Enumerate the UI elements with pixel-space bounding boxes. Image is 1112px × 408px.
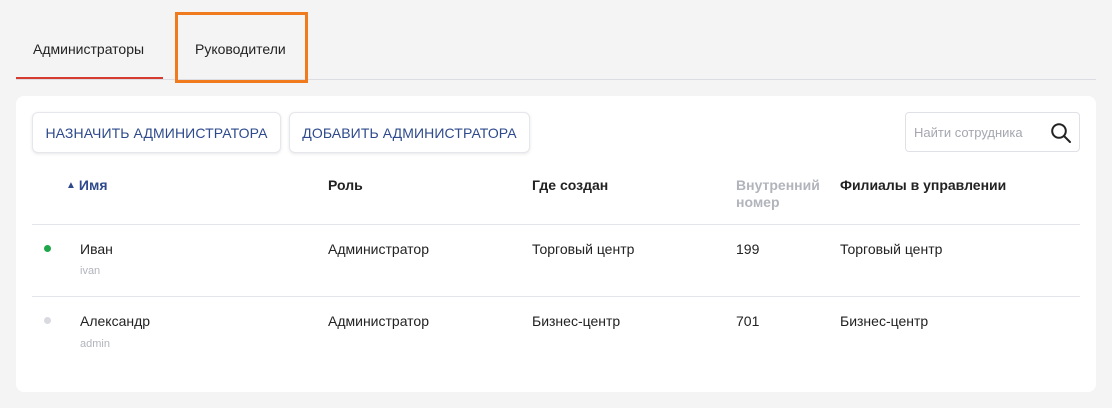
row-divider xyxy=(32,296,1080,297)
user-extension: 199 xyxy=(736,241,760,257)
tab-administrators[interactable]: Администраторы xyxy=(33,41,144,57)
user-created: Торговый центр xyxy=(532,241,635,257)
column-header-extension-line1: Внутренний xyxy=(736,177,820,193)
search-icon[interactable] xyxy=(1050,122,1072,144)
user-name: Александр xyxy=(80,313,151,329)
administrators-panel: НАЗНАЧИТЬ АДМИНИСТРАТОРА ДОБАВИТЬ АДМИНИ… xyxy=(16,96,1096,392)
add-administrator-button[interactable]: ДОБАВИТЬ АДМИНИСТРАТОРА xyxy=(289,112,530,153)
tab-bar: Администраторы Руководители xyxy=(16,0,1096,80)
column-header-extension: Внутренний номер xyxy=(736,177,836,211)
user-branches: Бизнес-центр xyxy=(840,313,929,329)
column-header-name[interactable]: ▲ Имя xyxy=(66,177,108,194)
user-created: Бизнес-центр xyxy=(532,313,621,329)
user-branches: Торговый центр xyxy=(840,241,943,257)
online-status-dot xyxy=(44,245,51,252)
column-header-created[interactable]: Где создан xyxy=(532,177,608,194)
user-name: Иван xyxy=(80,241,113,257)
user-extension: 701 xyxy=(736,313,760,329)
user-login: ivan xyxy=(80,265,101,277)
offline-status-dot xyxy=(44,317,51,324)
column-header-name-label: Имя xyxy=(78,177,108,193)
column-header-role[interactable]: Роль xyxy=(328,177,363,194)
active-tab-indicator xyxy=(16,77,163,79)
user-login: admin xyxy=(80,338,110,350)
column-header-branches[interactable]: Филиалы в управлении xyxy=(840,177,1006,194)
tab-managers[interactable]: Руководители xyxy=(195,41,286,57)
sort-ascending-icon: ▲ xyxy=(66,180,76,191)
assign-administrator-button[interactable]: НАЗНАЧИТЬ АДМИНИСТРАТОРА xyxy=(32,112,281,153)
search-input[interactable] xyxy=(906,113,1044,151)
user-role: Администратор xyxy=(328,313,430,329)
user-role: Администратор xyxy=(328,241,430,257)
row-divider xyxy=(32,224,1080,225)
column-header-extension-line2: номер xyxy=(736,194,780,210)
search-box xyxy=(905,112,1080,152)
